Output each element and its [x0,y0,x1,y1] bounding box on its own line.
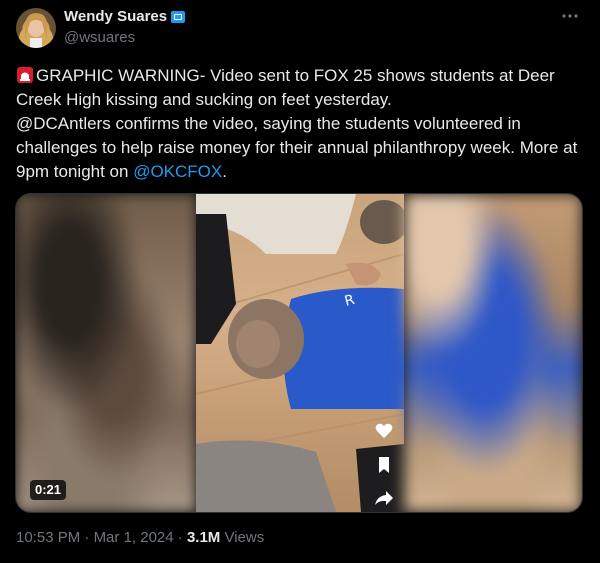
views-label: Views [220,529,265,546]
meta-separator: · [173,529,187,546]
bookmark-icon[interactable] [374,455,394,475]
more-icon[interactable] [558,6,582,30]
views-count: 3.1M [186,529,221,546]
share-icon[interactable] [374,488,394,508]
video-player[interactable]: R 0:21 [15,193,583,513]
author-name[interactable]: Wendy Suares [64,8,167,25]
tweet-card: Wendy Suares @wsuares GRAPHIC WARNING- V… [0,0,600,563]
author-row: Wendy Suares [64,8,186,25]
video-duration: 0:21 [30,480,67,500]
meta-separator: · [80,529,94,546]
tweet-text-part1: GRAPHIC WARNING- Video sent to FOX 25 sh… [16,66,555,109]
video-frame: R [196,194,404,512]
tweet-date[interactable]: Mar 1, 2024 [94,529,174,546]
video-blurred-left [16,194,196,512]
mention-link[interactable]: @OKCFOX [133,162,222,181]
tweet-time[interactable]: 10:53 PM [16,529,80,546]
tweet-text-part2: @DCAntlers confirms the video, saying th… [16,114,578,181]
tweet-meta: 10:53 PM · Mar 1, 2024 · 3.1M Views [16,529,264,546]
rotating-light-icon [16,66,34,84]
heart-icon[interactable] [374,421,394,441]
verified-badge-icon [170,9,186,25]
video-blurred-right [404,194,582,512]
tweet-text: GRAPHIC WARNING- Video sent to FOX 25 sh… [16,64,582,184]
author-handle[interactable]: @wsuares [64,29,135,46]
tweet-text-end: . [222,162,227,181]
avatar[interactable] [16,8,56,48]
